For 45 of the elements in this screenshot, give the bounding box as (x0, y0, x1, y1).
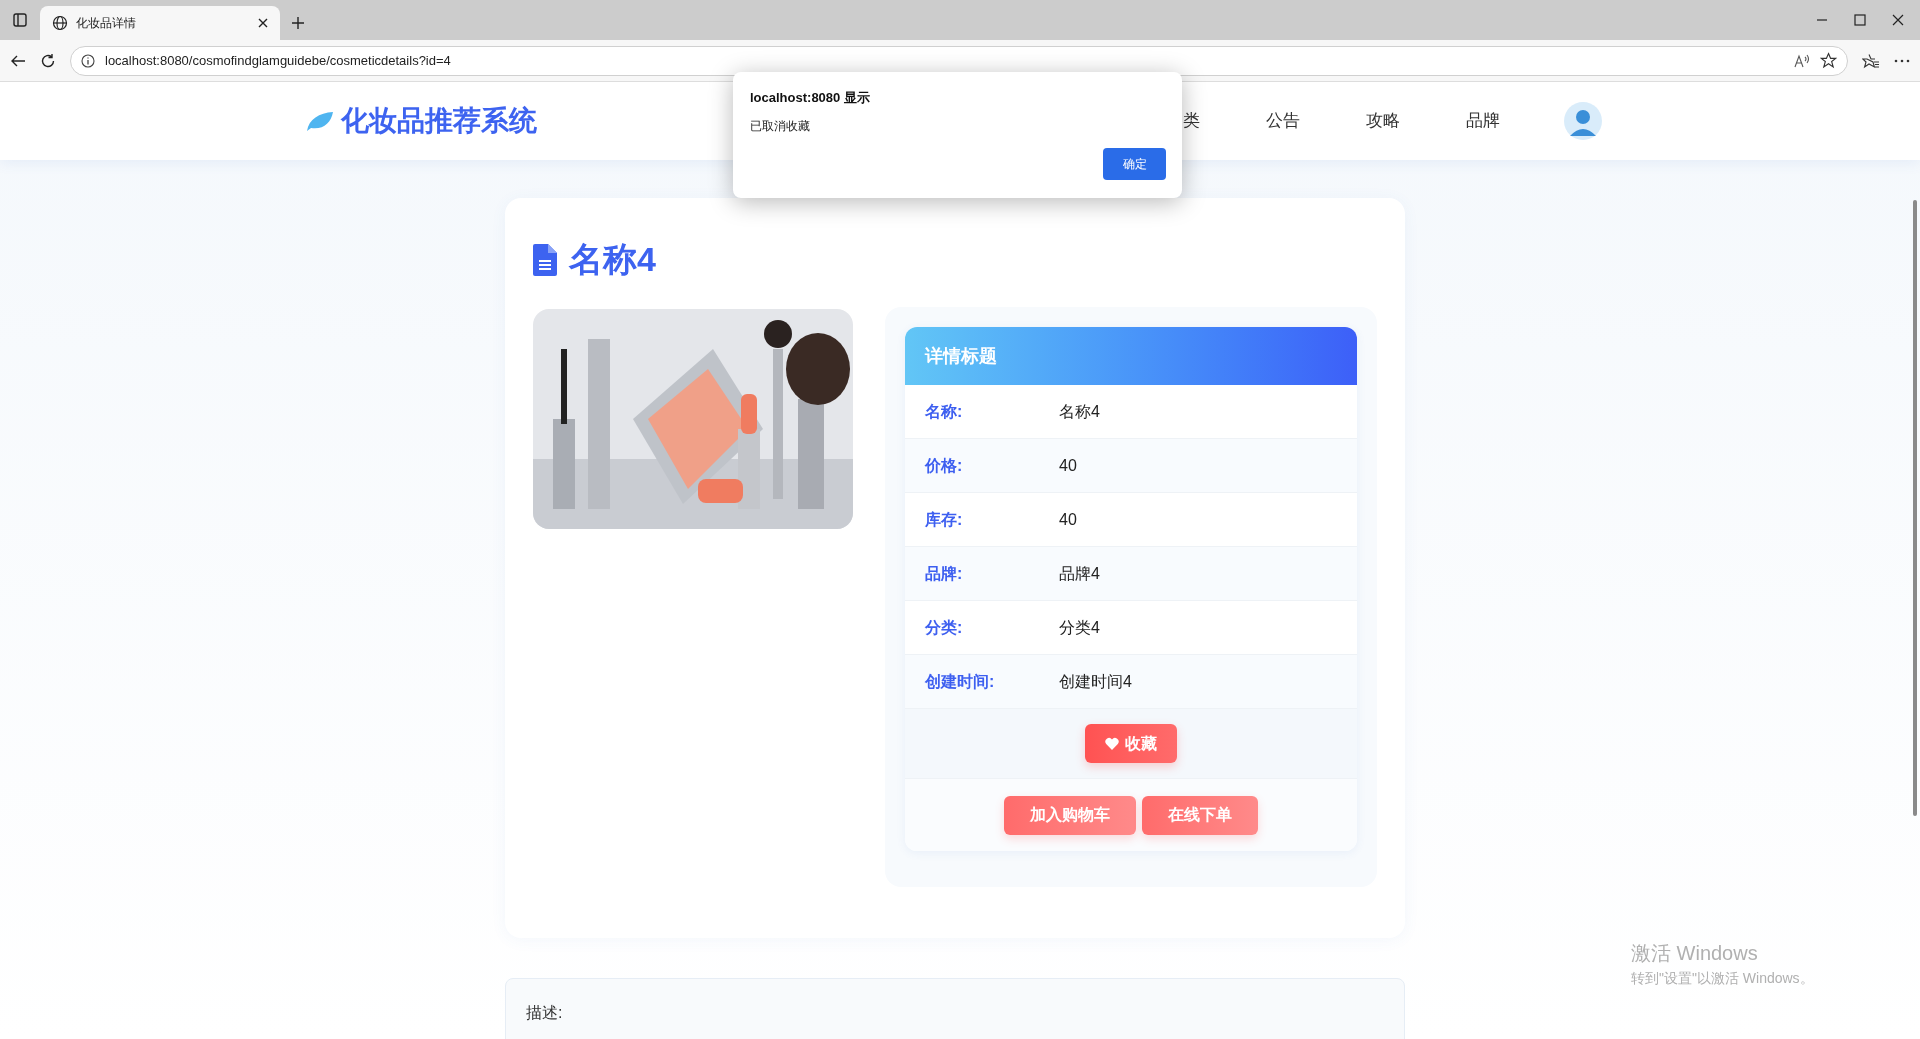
url-text: localhost:8080/cosmofindglamguidebe/cosmeticdetails?id=4 (105, 51, 452, 70)
new-tab-icon[interactable] (291, 16, 305, 30)
nav-link[interactable]: 公告 (1266, 108, 1300, 134)
field-value: 40 (1059, 455, 1077, 476)
avatar[interactable] (1564, 102, 1602, 140)
maximize-icon[interactable] (1854, 14, 1866, 26)
globe-icon (52, 15, 68, 31)
read-aloud-icon[interactable] (1794, 52, 1810, 69)
field-value: 品牌4 (1059, 563, 1100, 584)
close-icon[interactable] (258, 18, 268, 28)
document-icon (533, 243, 557, 276)
activation-subtitle: 转到"设置"以激活 Windows。 (1631, 969, 1814, 988)
ok-button[interactable]: 确定 (1103, 147, 1166, 180)
nav-link[interactable]: 品牌 (1466, 108, 1500, 134)
panel-header: 详情标题 (905, 327, 1357, 385)
browser-tab[interactable]: 化妆品详情 (40, 6, 280, 40)
field-label: 分类: (925, 617, 964, 638)
field-value: 创建时间4 (1059, 671, 1132, 692)
refresh-icon[interactable] (40, 52, 56, 69)
heart-icon (1105, 737, 1119, 750)
field-value: 40 (1059, 509, 1077, 530)
tab-actions-icon[interactable] (12, 12, 28, 28)
field-label: 库存: (925, 509, 964, 530)
product-title: 名称4 (569, 239, 656, 280)
activation-title: 激活 Windows (1631, 941, 1759, 966)
info-icon[interactable] (81, 53, 95, 68)
field-label: 名称: (925, 401, 964, 422)
site-logo[interactable]: 化妆品推荐系统 (341, 100, 537, 142)
field-label: 价格: (925, 455, 964, 476)
nav-link[interactable]: 攻略 (1366, 108, 1400, 134)
tab-title: 化妆品详情 (76, 15, 137, 32)
field-value: 分类4 (1059, 617, 1100, 638)
field-value: 名称4 (1059, 401, 1100, 422)
close-icon[interactable] (1892, 14, 1904, 26)
scrollbar[interactable] (1913, 200, 1917, 816)
field-label: 创建时间: (925, 671, 996, 692)
nav-link[interactable]: 类 (1183, 108, 1200, 134)
star-icon[interactable] (1820, 52, 1837, 69)
dialog-title: localhost:8080 显示 (750, 89, 871, 107)
description-label: 描述: (526, 1004, 563, 1021)
dialog-message: 已取消收藏 (750, 117, 811, 135)
address-bar[interactable]: localhost:8080/cosmofindglamguidebe/cosmeticdetails?id=4 (70, 45, 1848, 76)
leaf-icon (305, 109, 335, 133)
more-icon[interactable] (1894, 58, 1910, 63)
field-label: 品牌: (925, 563, 964, 584)
